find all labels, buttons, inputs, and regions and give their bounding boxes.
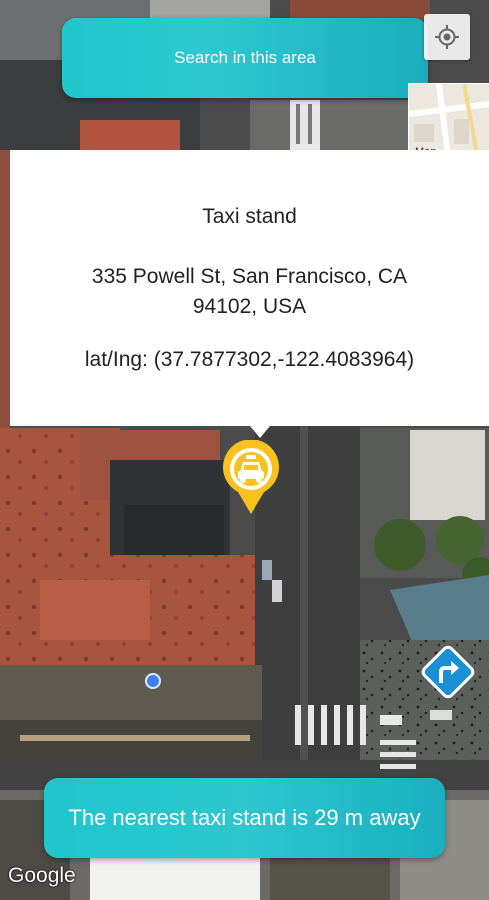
place-address: 335 Powell St, San Francisco, CA 94102, … <box>30 262 469 322</box>
directions-button[interactable] <box>417 641 479 703</box>
place-title: Taxi stand <box>202 205 297 228</box>
search-in-area-label: Search in this area <box>174 48 316 67</box>
taxi-marker-icon <box>223 439 279 514</box>
search-in-area-button[interactable]: Search in this area <box>62 18 428 98</box>
place-info-card: Taxi stand 335 Powell St, San Francisco,… <box>10 150 489 438</box>
nearest-distance-text: The nearest taxi stand is 29 m away <box>68 805 421 830</box>
taxi-stand-marker[interactable] <box>221 439 281 516</box>
directions-turn-right-icon <box>421 645 475 699</box>
my-location-button[interactable] <box>424 14 470 60</box>
user-location-dot <box>145 673 161 689</box>
place-coordinates: lat/Ing: (37.7877302,-122.4083964) <box>84 348 415 371</box>
google-logo: Google <box>8 864 76 887</box>
address-line-2: 94102, USA <box>192 295 307 318</box>
address-line-1: 335 Powell St, San Francisco, CA <box>91 265 408 288</box>
nearest-distance-banner: The nearest taxi stand is 29 m away <box>44 778 445 858</box>
my-location-icon <box>435 25 459 49</box>
info-card-pointer <box>250 426 270 438</box>
